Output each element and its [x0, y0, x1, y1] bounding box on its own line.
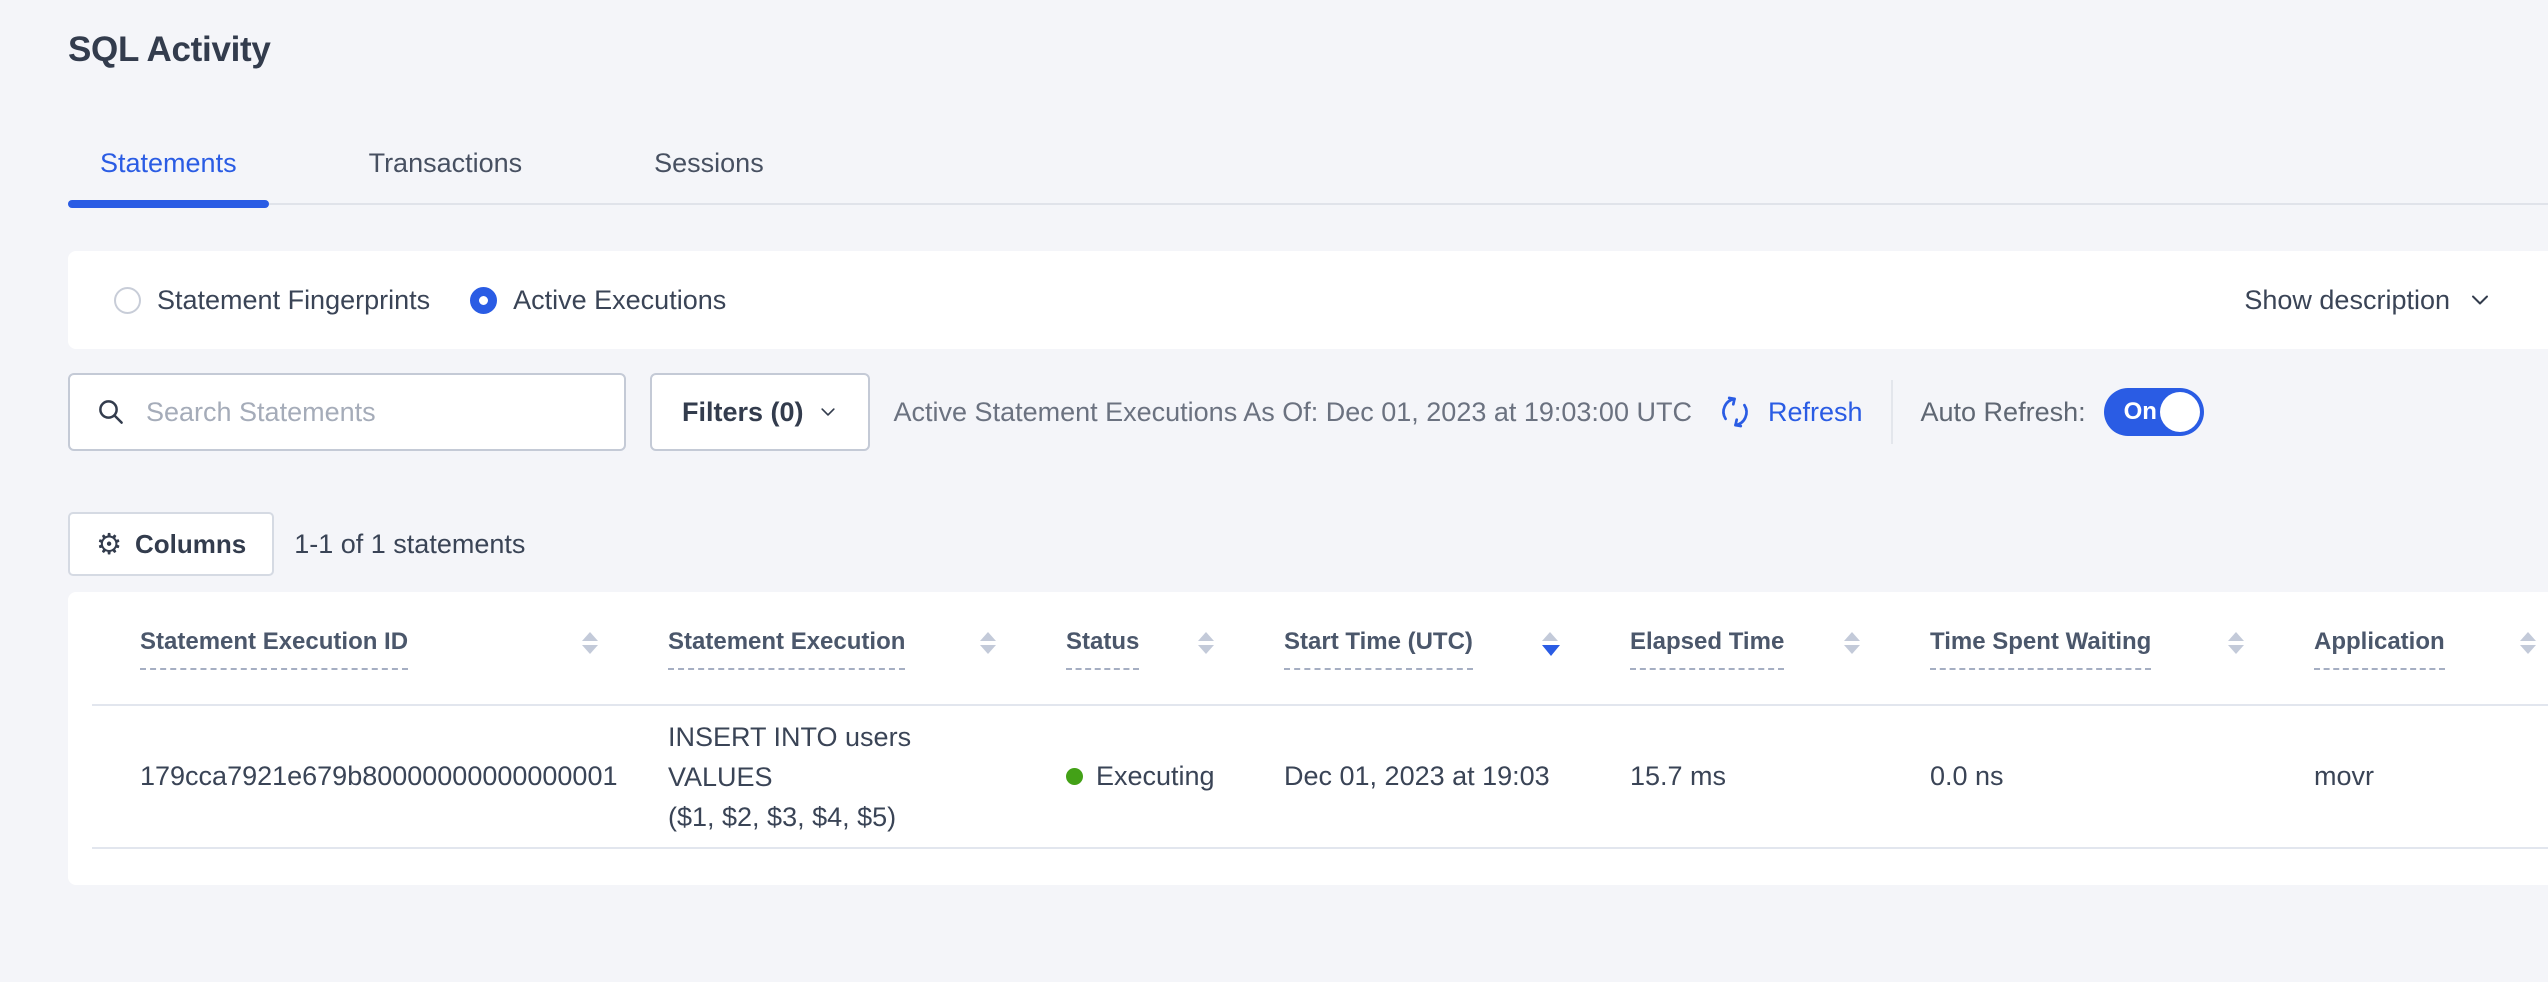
auto-refresh-toggle[interactable]: On: [2104, 388, 2204, 436]
tabbar: Statements Transactions Sessions: [68, 148, 2548, 205]
as-of-timestamp: Active Statement Executions As Of: Dec 0…: [894, 397, 1692, 428]
radio-label: Statement Fingerprints: [157, 285, 430, 316]
executing-status-dot-icon: [1066, 768, 1083, 785]
chevron-down-icon: [818, 402, 838, 422]
view-mode-card: Statement Fingerprints Active Executions…: [68, 251, 2548, 349]
column-header-time-spent-waiting[interactable]: Time Spent Waiting: [1882, 592, 2266, 704]
filters-label: Filters (0): [682, 397, 804, 428]
column-header-start-time[interactable]: Start Time (UTC): [1236, 592, 1582, 704]
search-box[interactable]: [68, 373, 626, 451]
table-row[interactable]: 179cca7921e679b80000000000000001 INSERT …: [92, 706, 2548, 849]
page-title: SQL Activity: [68, 30, 2548, 70]
table-toolbar: ⚙ Columns 1-1 of 1 statements: [68, 512, 2548, 576]
columns-button-label: Columns: [135, 529, 246, 560]
vertical-divider: [1891, 380, 1893, 444]
sort-arrows-icon[interactable]: [980, 632, 996, 654]
filters-button[interactable]: Filters (0): [650, 373, 870, 451]
table-header-row: Statement Execution ID Statement Executi…: [92, 592, 2548, 706]
tab-sessions[interactable]: Sessions: [622, 148, 796, 203]
columns-button[interactable]: ⚙ Columns: [68, 512, 274, 576]
gear-icon: ⚙: [96, 530, 122, 559]
search-input[interactable]: [146, 397, 604, 428]
sql-activity-page: SQL Activity Statements Transactions Ses…: [0, 30, 2548, 885]
column-header-statement-execution[interactable]: Statement Execution: [620, 592, 1018, 704]
sort-arrows-icon[interactable]: [1198, 632, 1214, 654]
column-header-application[interactable]: Application: [2266, 592, 2548, 704]
results-count: 1-1 of 1 statements: [294, 529, 525, 560]
toggle-knob: [2160, 392, 2200, 432]
refresh-button[interactable]: Refresh: [1714, 391, 1863, 433]
radio-circle-selected[interactable]: [470, 287, 497, 314]
auto-refresh-label: Auto Refresh:: [1921, 397, 2086, 428]
cell-status: Executing: [1018, 706, 1236, 847]
search-icon: [96, 397, 126, 427]
show-description-toggle[interactable]: Show description: [2244, 285, 2492, 316]
cell-statement-execution-id[interactable]: 179cca7921e679b80000000000000001: [92, 706, 620, 847]
radio-active-executions[interactable]: Active Executions: [470, 285, 726, 316]
chevron-down-icon: [2468, 288, 2492, 312]
sort-arrows-icon[interactable]: [1844, 632, 1860, 654]
radio-label: Active Executions: [513, 285, 726, 316]
sort-arrows-icon-active-desc[interactable]: [1542, 632, 1560, 656]
refresh-label: Refresh: [1768, 397, 1863, 428]
cell-start-time: Dec 01, 2023 at 19:03: [1236, 706, 1582, 847]
tab-statements[interactable]: Statements: [68, 148, 269, 203]
toggle-state-label: On: [2124, 398, 2157, 426]
radio-circle-unselected[interactable]: [114, 287, 141, 314]
cell-application: movr: [2266, 706, 2548, 847]
column-header-statement-execution-id[interactable]: Statement Execution ID: [92, 592, 620, 704]
sort-arrows-icon[interactable]: [582, 632, 598, 654]
sort-arrows-icon[interactable]: [2228, 632, 2244, 654]
statements-table: Statement Execution ID Statement Executi…: [68, 592, 2548, 885]
show-description-label: Show description: [2244, 285, 2450, 316]
cell-time-spent-waiting: 0.0 ns: [1882, 706, 2266, 847]
column-header-status[interactable]: Status: [1018, 592, 1236, 704]
controls-row: Filters (0) Active Statement Executions …: [68, 373, 2548, 451]
cell-elapsed-time: 15.7 ms: [1582, 706, 1882, 847]
cell-statement-execution[interactable]: INSERT INTO users VALUES ($1, $2, $3, $4…: [620, 706, 1018, 847]
sort-arrows-icon[interactable]: [2520, 632, 2536, 654]
column-header-elapsed-time[interactable]: Elapsed Time: [1582, 592, 1882, 704]
refresh-icon: [1714, 391, 1756, 433]
radio-statement-fingerprints[interactable]: Statement Fingerprints: [114, 285, 430, 316]
tab-transactions[interactable]: Transactions: [337, 148, 555, 203]
